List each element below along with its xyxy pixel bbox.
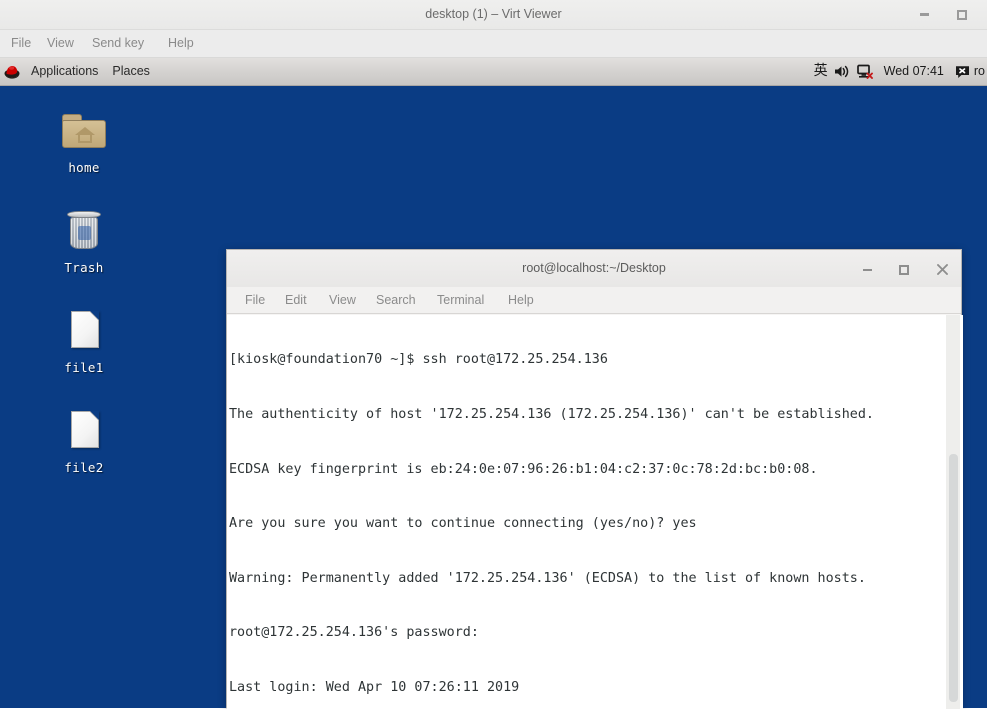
panel-user-label: ro (973, 64, 985, 78)
desktop-icon-label: home (68, 160, 100, 175)
panel-clock[interactable]: Wed 07:41 (876, 58, 952, 85)
desktop-icon-label: file1 (64, 360, 104, 375)
virt-viewer-menubar: File View Send key Help (0, 30, 987, 58)
desktop-icon-home[interactable]: home (36, 106, 132, 177)
input-method-icon[interactable]: 英 (810, 58, 832, 85)
panel-right-section: 英 Wed 07:41 ro (810, 58, 987, 85)
virt-viewer-title: desktop (1) – Virt Viewer (425, 7, 562, 21)
panel-applications-menu[interactable]: Applications (24, 58, 105, 85)
terminal-scrollbar-thumb[interactable] (949, 454, 958, 702)
terminal-menu-terminal[interactable]: Terminal (431, 287, 490, 314)
terminal-maximize-button[interactable] (894, 250, 914, 287)
folder-icon (59, 106, 109, 156)
virt-viewer-minimize-button[interactable] (913, 0, 935, 29)
terminal-line: Warning: Permanently added '172.25.254.1… (229, 570, 866, 586)
desktop-icon-file1[interactable]: file1 (36, 306, 132, 377)
virt-viewer-maximize-button[interactable] (951, 0, 973, 29)
terminal-line: root@172.25.254.136's password: (229, 625, 479, 641)
minimize-icon (919, 13, 929, 17)
terminal-menu-view[interactable]: View (323, 287, 362, 314)
terminal-title: root@localhost:~/Desktop (522, 261, 666, 275)
desktop-icon-label: file2 (64, 460, 104, 475)
desktop-icon-trash[interactable]: Trash (36, 206, 132, 277)
panel-left-section: Applications Places (0, 58, 157, 85)
terminal-line: Are you sure you want to continue connec… (229, 516, 697, 532)
close-icon (936, 264, 948, 276)
viewer-menu-send-key[interactable]: Send key (85, 30, 151, 57)
terminal-close-button[interactable] (932, 250, 952, 287)
desktop-icon-file2[interactable]: file2 (36, 406, 132, 477)
viewer-menu-file[interactable]: File (4, 30, 38, 57)
terminal-minimize-button[interactable] (857, 250, 877, 287)
terminal-menu-edit[interactable]: Edit (279, 287, 313, 314)
user-status-icon (952, 58, 974, 85)
terminal-line: Last login: Wed Apr 10 07:26:11 2019 (229, 679, 520, 695)
maximize-icon (899, 264, 909, 275)
terminal-line: The authenticity of host '172.25.254.136… (229, 407, 874, 422)
terminal-scrollbar[interactable] (946, 315, 960, 709)
desktop-icon-label: Trash (64, 260, 104, 275)
panel-places-menu[interactable]: Places (105, 58, 157, 85)
virt-viewer-titlebar: desktop (1) – Virt Viewer (0, 0, 987, 30)
terminal-titlebar[interactable]: root@localhost:~/Desktop (227, 250, 961, 287)
document-icon (59, 306, 109, 356)
terminal-line: ECDSA key fingerprint is eb:24:0e:07:96:… (229, 461, 818, 477)
terminal-menu-help[interactable]: Help (502, 287, 540, 314)
maximize-icon (957, 9, 967, 20)
terminal-output-area[interactable]: [kiosk@foundation70 ~]$ ssh root@172.25.… (227, 315, 963, 709)
terminal-line: [kiosk@foundation70 ~]$ ssh root@172.25.… (229, 352, 608, 368)
viewer-menu-help[interactable]: Help (161, 30, 201, 57)
viewer-menu-view[interactable]: View (40, 30, 81, 57)
virt-viewer-window: desktop (1) – Virt Viewer File View Send… (0, 0, 987, 709)
minimize-icon (862, 268, 872, 271)
terminal-menu-file[interactable]: File (239, 287, 271, 314)
terminal-menubar: File Edit View Search Terminal Help (227, 287, 961, 314)
panel-user-menu[interactable]: ro (952, 58, 987, 85)
terminal-window[interactable]: root@localhost:~/Desktop File Edit View … (226, 249, 963, 709)
volume-icon[interactable] (832, 58, 854, 85)
redhat-logo-icon[interactable] (3, 64, 21, 80)
gnome-top-panel: Applications Places 英 Wed 07:41 ro (0, 58, 987, 86)
terminal-text: [kiosk@foundation70 ~]$ ssh root@172.25.… (229, 315, 874, 709)
terminal-menu-search[interactable]: Search (370, 287, 422, 314)
document-icon (59, 406, 109, 456)
trash-icon (59, 206, 109, 256)
network-disconnected-icon[interactable] (854, 58, 876, 85)
